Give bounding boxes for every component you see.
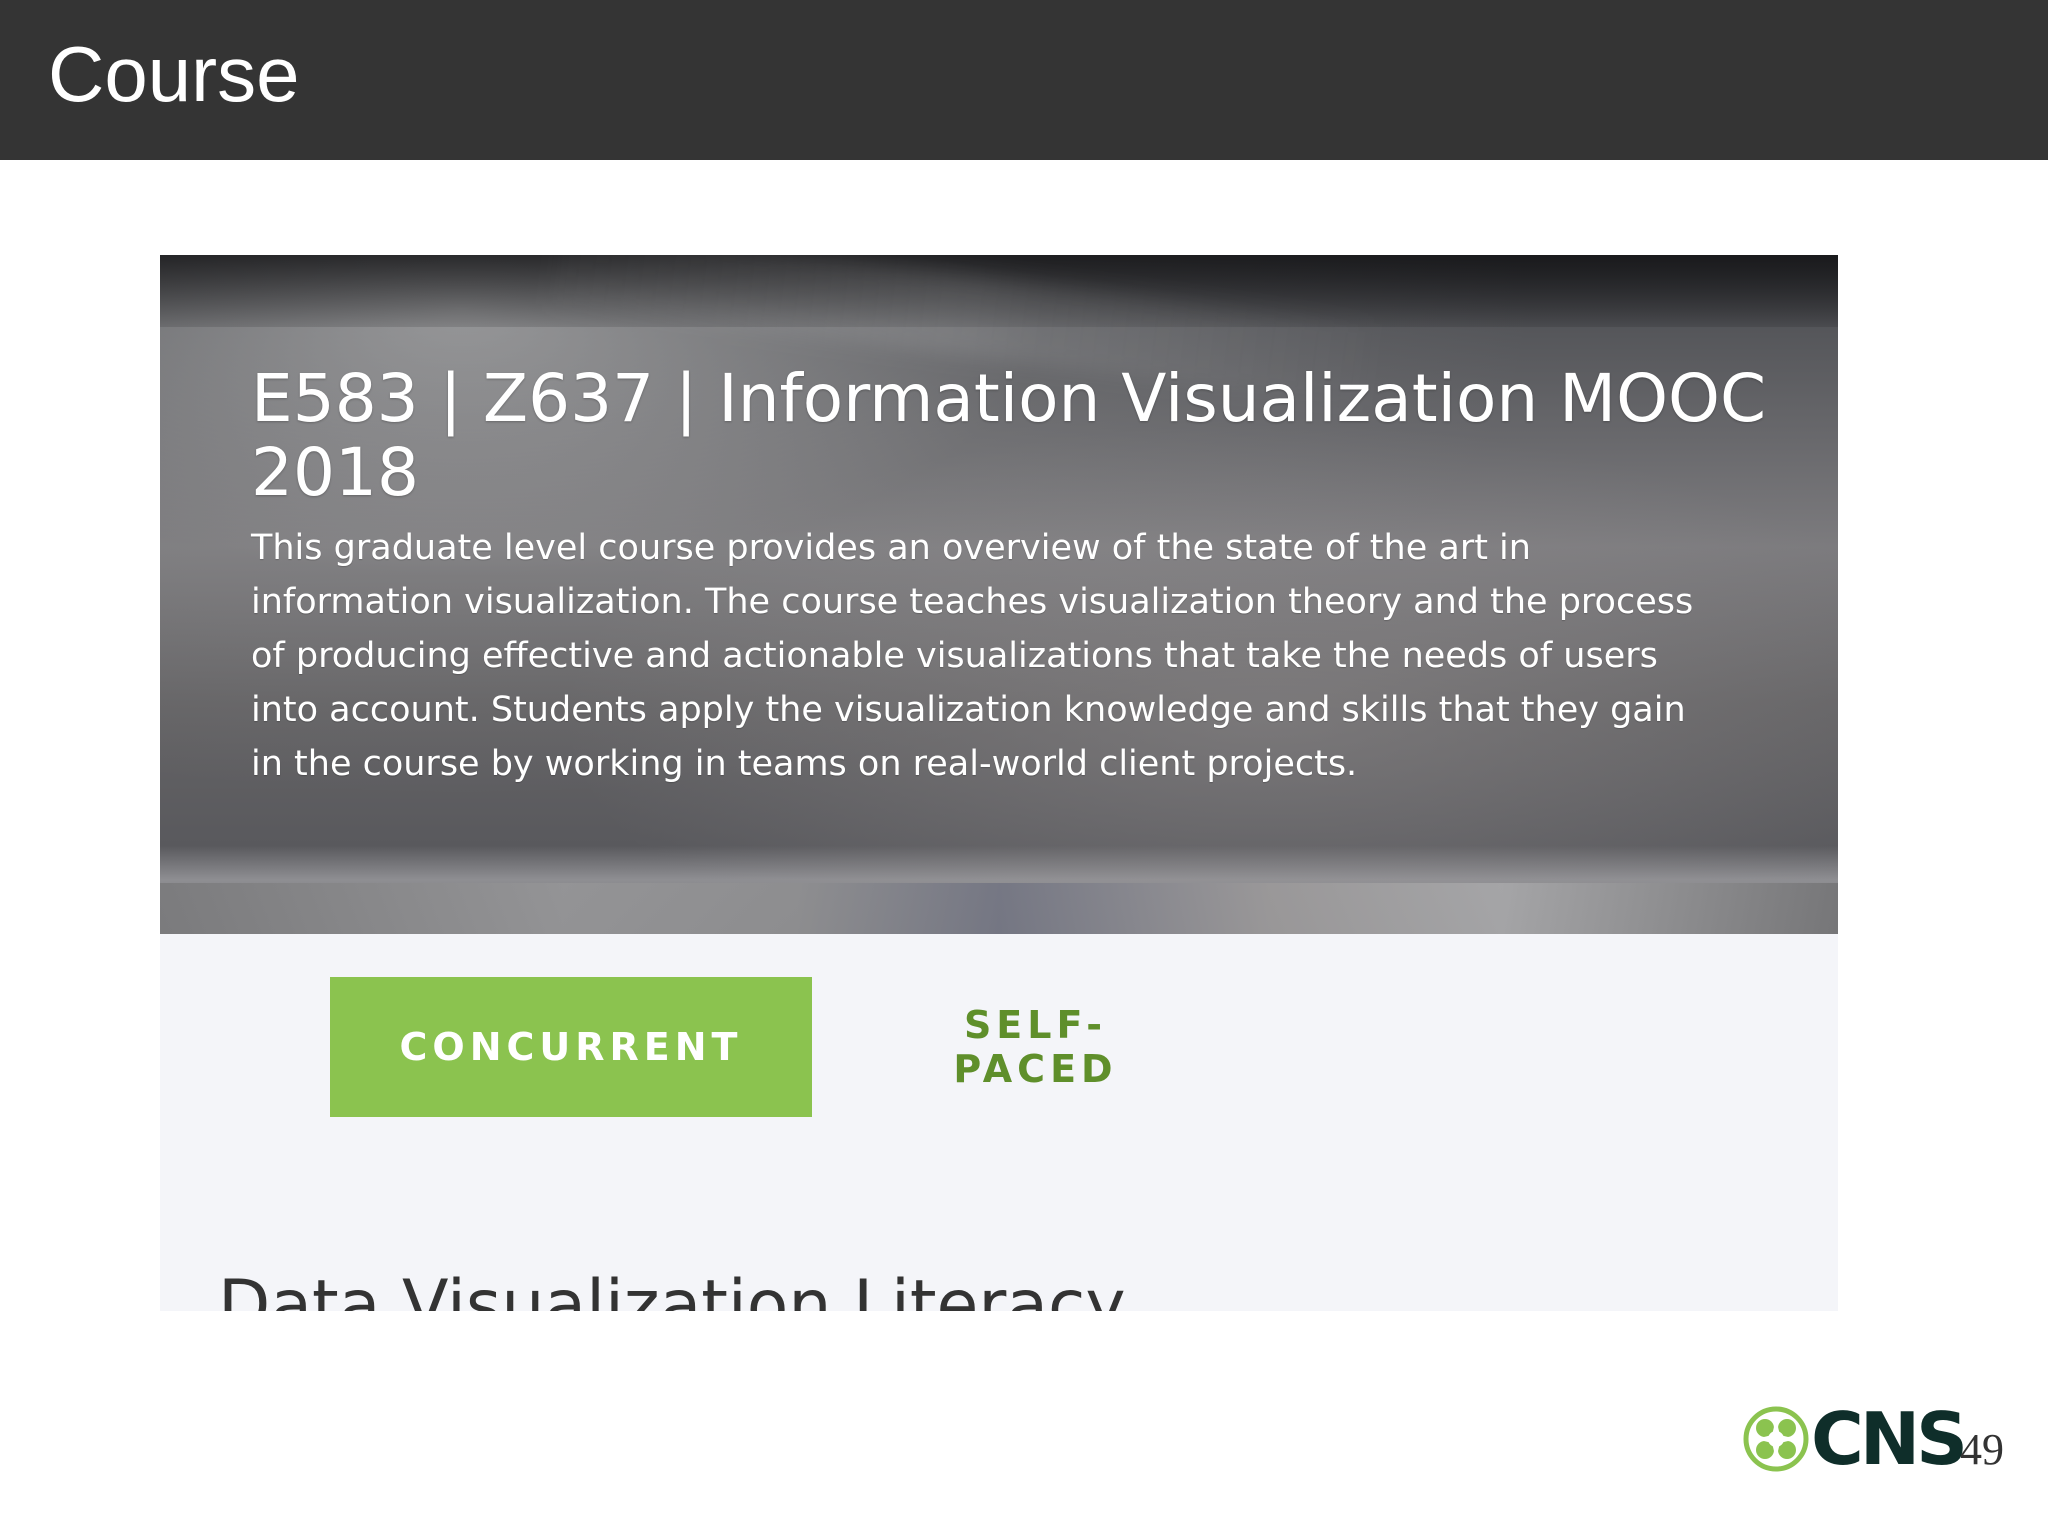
- course-description: This graduate level course provides an o…: [251, 528, 1694, 784]
- slide-title: Course: [48, 30, 300, 118]
- slide-header: Course: [0, 0, 2048, 160]
- page-number: 49: [1960, 1425, 2004, 1474]
- course-hero: E583 | Z637 | Information Visualization …: [160, 255, 1838, 934]
- tab-self-paced[interactable]: SELF-PACED: [888, 977, 1183, 1117]
- section-heading: Data Visualization Literacy: [218, 1266, 1126, 1311]
- course-page-screenshot: E583 | Z637 | Information Visualization …: [160, 255, 1838, 1311]
- presentation-slide: Course E583 | Z637 | Information Visuali…: [0, 0, 2048, 1536]
- cns-logo-text: CNS: [1811, 1397, 1968, 1481]
- hero-bottom-band: [160, 883, 1838, 934]
- cns-clover-icon: [1743, 1406, 1809, 1472]
- cns-logo: CNS: [1743, 1400, 1968, 1478]
- tab-concurrent[interactable]: CONCURRENT: [330, 977, 812, 1117]
- course-title: E583 | Z637 | Information Visualization …: [251, 360, 1767, 512]
